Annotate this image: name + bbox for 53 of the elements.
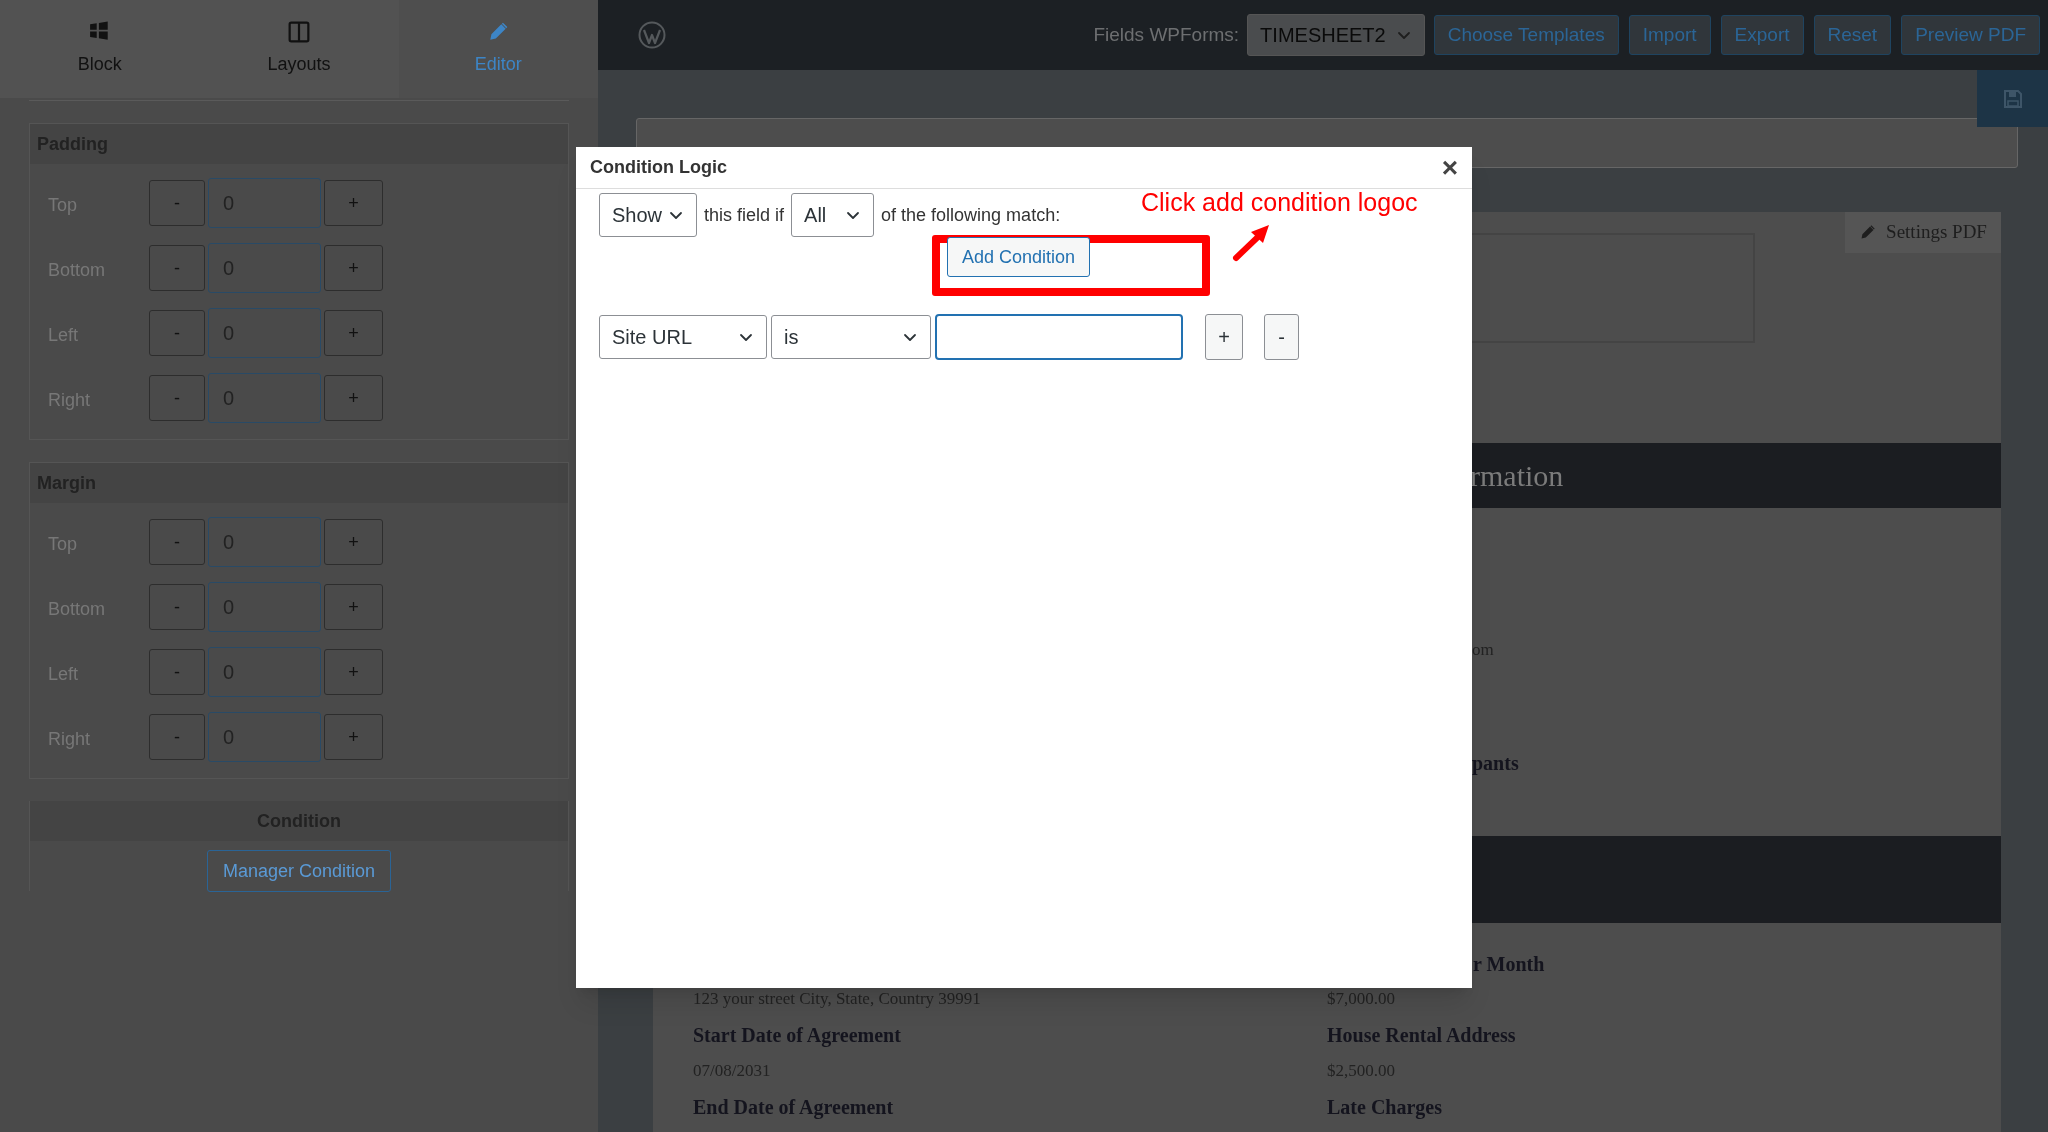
field-label: Start Date of Agreement — [693, 1023, 901, 1049]
operator-select[interactable]: is — [771, 315, 931, 359]
dialog-title: Condition Logic — [590, 156, 728, 179]
decrement-button[interactable]: - — [149, 245, 205, 291]
action-select[interactable]: Show — [599, 193, 697, 237]
save-icon — [2002, 88, 2023, 109]
arrow-icon — [1232, 222, 1272, 262]
match-select[interactable]: All — [791, 193, 875, 237]
increment-button[interactable]: + — [324, 714, 383, 760]
pencil-icon — [1859, 224, 1877, 241]
remove-rule-button[interactable]: - — [1264, 314, 1299, 360]
increment-button[interactable]: + — [324, 180, 383, 226]
pencil-icon — [487, 20, 510, 43]
decrement-button[interactable]: - — [149, 375, 205, 421]
add-condition-button[interactable]: Add Condition — [947, 237, 1091, 277]
windows-icon — [88, 20, 111, 43]
field-label: End Date of Agreement — [693, 1095, 894, 1121]
decrement-button[interactable]: - — [149, 310, 205, 356]
annotation-text: Click add condition logoc — [1141, 187, 1418, 218]
decrement-button[interactable]: - — [149, 649, 205, 695]
manager-condition-button[interactable]: Manager Condition — [206, 850, 392, 892]
increment-button[interactable]: + — [324, 310, 383, 356]
close-button[interactable]: × — [1441, 153, 1458, 182]
sidebar-tab[interactable]: Layouts — [199, 0, 399, 98]
toolbar-label: Fields WPForms: — [1093, 22, 1240, 47]
value-field[interactable] — [935, 314, 1183, 360]
add-rule-button[interactable]: + — [1205, 314, 1243, 360]
field-label: Late Charges — [1327, 1095, 1442, 1121]
field-label: r Month — [1472, 952, 1546, 977]
increment-button[interactable]: + — [324, 375, 383, 421]
field-label: House Rental Address — [1327, 1023, 1516, 1048]
toolbar-button[interactable]: Export — [1720, 15, 1804, 55]
increment-button[interactable]: + — [324, 245, 383, 291]
field-label: pants — [1472, 750, 1520, 777]
decrement-button[interactable]: - — [149, 714, 205, 760]
toolbar-button[interactable]: Choose Templates — [1433, 15, 1619, 55]
form-select[interactable]: TIMESHEET2 — [1247, 14, 1425, 56]
increment-button[interactable]: + — [324, 519, 383, 565]
dialog-text: of the following match: — [881, 203, 1061, 227]
sidebar-tab[interactable]: Block — [0, 0, 200, 98]
toolbar-button[interactable]: Import — [1628, 15, 1711, 55]
section-heading: rmation — [1470, 458, 1564, 494]
field-select[interactable]: Site URL — [599, 315, 767, 359]
dialog-text: this field if — [704, 203, 785, 227]
decrement-button[interactable]: - — [149, 584, 205, 630]
columns-icon — [288, 20, 310, 43]
decrement-button[interactable]: - — [149, 180, 205, 226]
toolbar-button[interactable]: Reset — [1813, 15, 1892, 55]
increment-button[interactable]: + — [324, 584, 383, 630]
decrement-button[interactable]: - — [149, 519, 205, 565]
sidebar-tab[interactable]: Editor — [398, 0, 598, 98]
increment-button[interactable]: + — [324, 649, 383, 695]
toolbar-button[interactable]: Preview PDF — [1901, 15, 2040, 55]
